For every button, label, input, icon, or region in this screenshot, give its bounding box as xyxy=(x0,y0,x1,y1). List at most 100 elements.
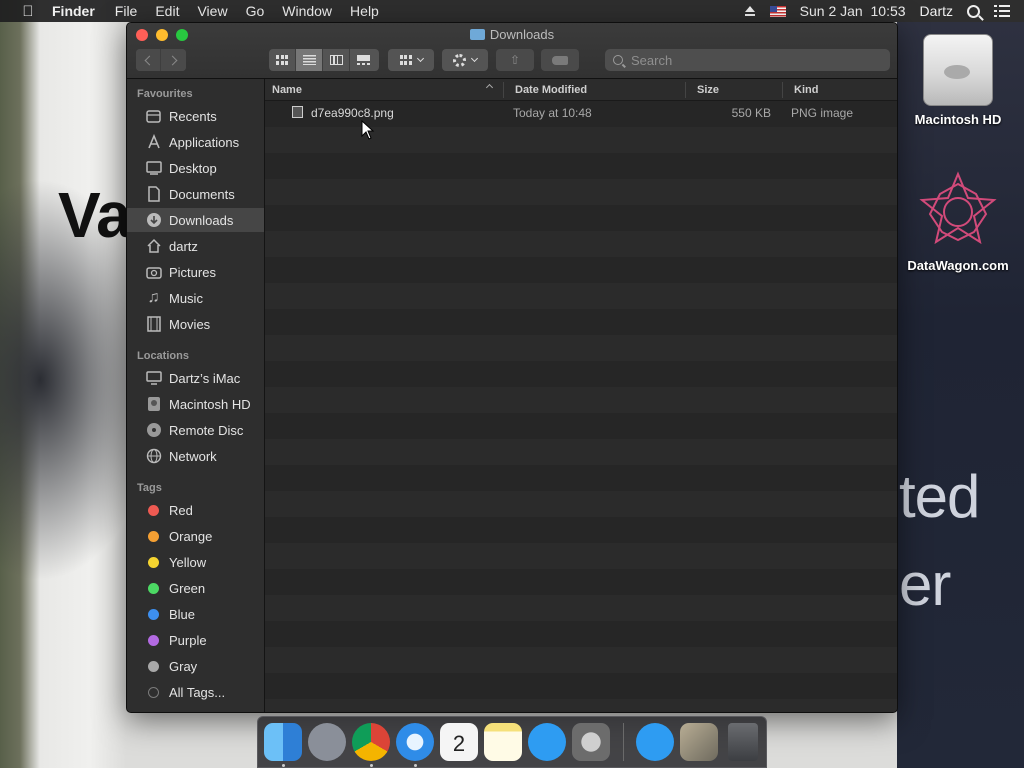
menu-edit[interactable]: Edit xyxy=(155,3,179,19)
column-divider[interactable] xyxy=(782,82,783,98)
grid-icon xyxy=(399,55,412,65)
calendar-icon[interactable]: 2 xyxy=(440,723,478,761)
sidebar-header-locations: Locations xyxy=(137,350,189,362)
notes-icon[interactable] xyxy=(484,723,522,761)
sidebar-item-pictures[interactable]: Pictures xyxy=(127,260,264,284)
apple-menu-icon[interactable]:  xyxy=(20,3,36,20)
sidebar-tag-blue[interactable]: Blue xyxy=(127,602,264,626)
sidebar-item-label: Macintosh HD xyxy=(169,396,251,412)
eject-icon[interactable] xyxy=(744,5,756,17)
chrome-icon[interactable] xyxy=(352,723,390,761)
disc-icon xyxy=(145,422,162,439)
group-by-button[interactable] xyxy=(388,49,434,71)
sidebar-item-desktop[interactable]: Desktop xyxy=(127,156,264,180)
menubar-user[interactable]: Dartz xyxy=(920,3,953,19)
column-header-size[interactable]: Size xyxy=(697,84,719,96)
back-button[interactable] xyxy=(136,49,162,71)
sidebar-item-movies[interactable]: Movies xyxy=(127,312,264,336)
sort-ascending-icon xyxy=(485,83,494,92)
column-header-name[interactable]: Name xyxy=(272,84,302,96)
window-toolbar: Downloads ⇧ xyxy=(127,23,897,79)
trash-icon[interactable] xyxy=(728,723,758,761)
desktop-icon-macintosh-hd[interactable]: Macintosh HD xyxy=(898,34,1018,127)
sidebar-tag-orange[interactable]: Orange xyxy=(127,524,264,548)
sidebar-item-label: Pictures xyxy=(169,264,216,280)
back-forward-control xyxy=(136,49,186,71)
list-view-button[interactable] xyxy=(296,49,323,71)
sidebar-item-label: Music xyxy=(169,290,203,306)
search-input[interactable] xyxy=(631,52,871,68)
sidebar-item-label: Network xyxy=(169,448,217,464)
view-mode-control xyxy=(269,49,379,71)
gallery-icon xyxy=(357,55,370,65)
icon-view-button[interactable] xyxy=(269,49,296,71)
mouse-cursor-icon xyxy=(361,120,375,140)
sidebar-item-label: Desktop xyxy=(169,160,217,176)
column-divider[interactable] xyxy=(685,82,686,98)
notification-center-icon[interactable] xyxy=(994,5,1010,17)
sidebar-item-documents[interactable]: Documents xyxy=(127,182,264,206)
column-divider[interactable] xyxy=(503,82,504,98)
system-preferences-icon[interactable] xyxy=(572,723,610,761)
input-source-flag-icon[interactable] xyxy=(769,5,786,17)
star-logo-icon xyxy=(916,170,1000,252)
desktop-icon-label: Macintosh HD xyxy=(914,112,1002,127)
menu-window[interactable]: Window xyxy=(282,3,332,19)
app-store-folder-icon[interactable] xyxy=(636,723,674,761)
desktop-icon-label: DataWagon.com xyxy=(907,258,1009,273)
column-view-button[interactable] xyxy=(323,49,350,71)
safari-icon[interactable] xyxy=(396,723,434,761)
sidebar-item-network[interactable]: Network xyxy=(127,444,264,468)
spotlight-search-icon[interactable] xyxy=(967,4,980,18)
sidebar-header-tags: Tags xyxy=(137,482,162,494)
running-indicator xyxy=(282,764,285,767)
sidebar-item-label: dartz xyxy=(169,238,198,254)
sidebar-item-label: Yellow xyxy=(169,554,207,570)
sidebar-item-macintosh-hd[interactable]: Macintosh HD xyxy=(127,392,264,416)
menu-help[interactable]: Help xyxy=(350,3,379,19)
search-field[interactable] xyxy=(605,49,890,71)
chevron-right-icon xyxy=(167,55,177,65)
sidebar-item-label: All Tags... xyxy=(169,684,226,700)
finder-icon[interactable] xyxy=(264,723,302,761)
desktop-icon-datawagon[interactable]: DataWagon.com xyxy=(898,170,1018,273)
file-list: Name Date Modified Size Kind d7ea990c8.p… xyxy=(265,79,897,712)
image-stack-icon[interactable] xyxy=(680,723,718,761)
columns-icon xyxy=(329,55,343,65)
hard-drive-icon xyxy=(923,34,993,106)
sidebar-tag-green[interactable]: Green xyxy=(127,576,264,600)
sidebar-tag-gray[interactable]: Gray xyxy=(127,654,264,678)
menubar-clock[interactable]: Sun 2 Jan 10:53 xyxy=(800,3,906,19)
sidebar-item-applications[interactable]: Applications xyxy=(127,130,264,154)
clock-icon xyxy=(145,108,162,125)
file-date-modified: Today at 10:48 xyxy=(513,106,592,120)
gallery-view-button[interactable] xyxy=(350,49,377,71)
sidebar-all-tags[interactable]: All Tags... xyxy=(127,680,264,704)
tag-color-dot xyxy=(148,504,159,516)
sidebar-tag-red[interactable]: Red xyxy=(127,498,264,522)
column-header-date-modified[interactable]: Date Modified xyxy=(515,84,587,96)
sidebar-tag-yellow[interactable]: Yellow xyxy=(127,550,264,574)
app-store-icon[interactable] xyxy=(528,723,566,761)
share-button[interactable]: ⇧ xyxy=(496,49,534,71)
menu-view[interactable]: View xyxy=(197,3,227,19)
window-title: Downloads xyxy=(127,27,897,42)
table-row[interactable]: d7ea990c8.png Today at 10:48 550 KB PNG … xyxy=(265,101,897,127)
sidebar-item-recents[interactable]: Recents xyxy=(127,104,264,128)
edit-tags-button[interactable] xyxy=(541,49,579,71)
column-header-kind[interactable]: Kind xyxy=(794,84,818,96)
sidebar-item-imac[interactable]: Dartz’s iMac xyxy=(127,366,264,390)
menu-go[interactable]: Go xyxy=(246,3,265,19)
sidebar-item-downloads[interactable]: Downloads xyxy=(127,208,264,232)
menu-finder[interactable]: Finder xyxy=(52,3,95,19)
sidebar-tag-purple[interactable]: Purple xyxy=(127,628,264,652)
sidebar-item-music[interactable]: ♫ Music xyxy=(127,286,264,310)
tag-color-dot xyxy=(148,582,159,594)
documents-icon xyxy=(145,186,162,203)
sidebar-item-home[interactable]: dartz xyxy=(127,234,264,258)
forward-button[interactable] xyxy=(161,49,186,71)
sidebar-item-remote-disc[interactable]: Remote Disc xyxy=(127,418,264,442)
action-menu-button[interactable] xyxy=(442,49,488,71)
launchpad-icon[interactable] xyxy=(308,723,346,761)
menu-file[interactable]: File xyxy=(115,3,138,19)
